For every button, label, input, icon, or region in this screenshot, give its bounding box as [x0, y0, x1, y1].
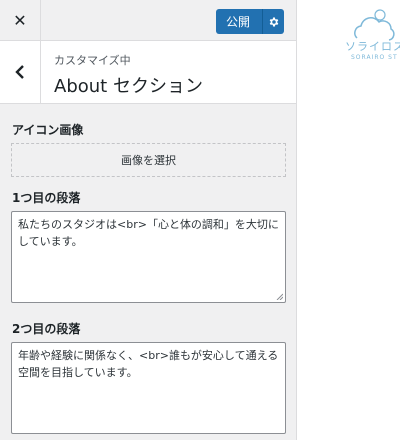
- site-preview: ソライロスタ SORAIRO ST: [297, 0, 400, 440]
- section-title: About セクション: [54, 76, 203, 97]
- close-icon: ✕: [13, 10, 27, 30]
- publish-label: 公開: [226, 15, 251, 29]
- paragraph-1-textarea[interactable]: 私たちのスタジオは<br>「心と体の調和」を大切にしています。: [11, 211, 286, 303]
- section-header: カスタマイズ中 About セクション: [0, 41, 296, 104]
- resize-handle-icon[interactable]: [276, 293, 283, 300]
- icon-image-label: アイコン画像: [12, 123, 84, 137]
- paragraph-1-label: 1つ目の段落: [12, 191, 81, 205]
- site-logo-subtext: SORAIRO ST: [351, 54, 398, 61]
- site-logo-text: ソライロスタ: [345, 40, 400, 53]
- breadcrumb: カスタマイズ中: [54, 54, 131, 67]
- publish-button[interactable]: 公開: [216, 9, 284, 34]
- close-button[interactable]: ✕: [0, 0, 41, 40]
- chevron-left-icon: [15, 65, 24, 79]
- paragraph-2-label: 2つ目の段落: [12, 322, 81, 336]
- customizer-topbar: ✕ 公開: [0, 0, 296, 41]
- back-button[interactable]: [0, 41, 41, 103]
- customizer-panel: ✕ 公開 カスタマイズ中 About セクション アイコン画像 画像を選択 1つ…: [0, 0, 297, 440]
- gear-icon[interactable]: [263, 16, 284, 28]
- select-image-button[interactable]: 画像を選択: [11, 143, 286, 177]
- paragraph-2-textarea[interactable]: 年齢や経験に関係なく、<br>誰もが安心して通える空間を目指しています。: [11, 342, 286, 434]
